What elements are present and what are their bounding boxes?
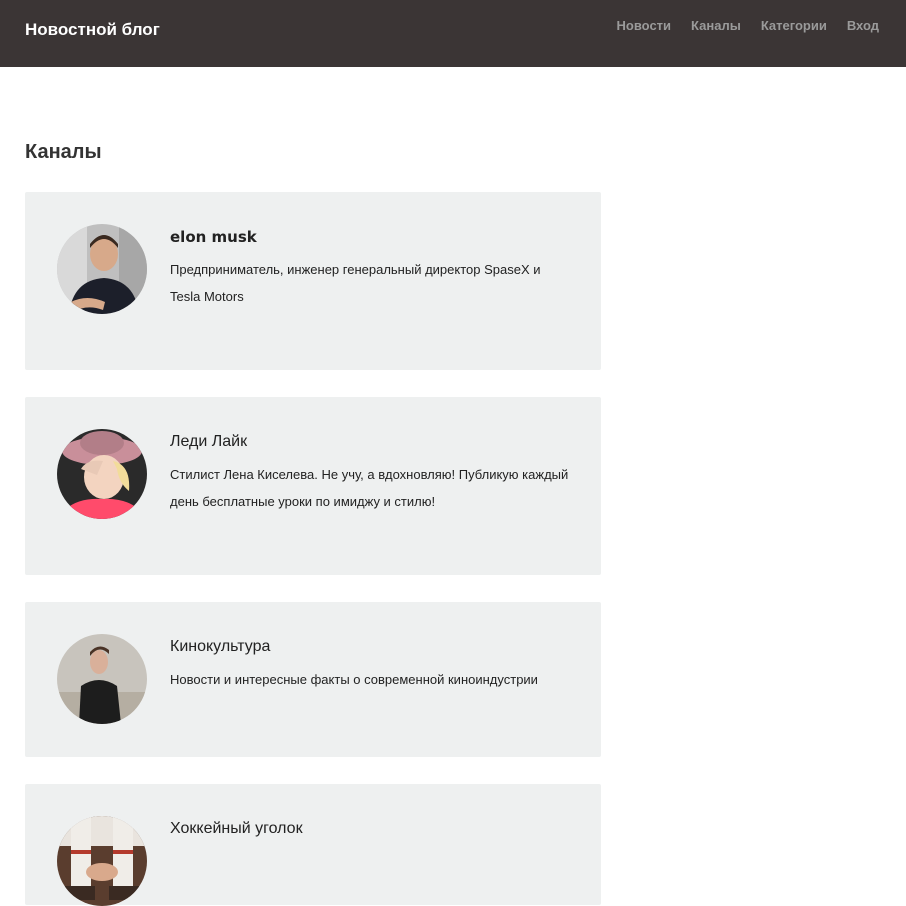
channel-card[interactable]: Леди Лайк Стилист Лена Киселева. Не учу,… xyxy=(25,397,601,575)
channel-description: Стилист Лена Киселева. Не учу, а вдохнов… xyxy=(170,467,569,509)
nav-link-news[interactable]: Новости xyxy=(617,18,672,33)
channel-description: Предприниматель, инженер генеральный дир… xyxy=(170,262,541,304)
channel-card[interactable]: Кинокультура Новости и интересные факты … xyxy=(25,602,601,757)
channel-card[interactable]: elon musk Предприниматель, инженер генер… xyxy=(25,192,601,370)
top-navbar: Новостной блог Новости Каналы Категории … xyxy=(0,0,906,67)
channel-avatar[interactable] xyxy=(57,224,147,314)
avatar-image xyxy=(57,224,147,314)
channel-avatar[interactable] xyxy=(57,816,147,906)
channel-avatar[interactable] xyxy=(57,634,147,724)
nav-menu: Новости Каналы Категории Вход xyxy=(617,18,879,33)
channel-info: elon musk Предприниматель, инженер генер… xyxy=(170,226,570,310)
nav-link-channels[interactable]: Каналы xyxy=(691,18,741,33)
channel-info: Кинокультура Новости и интересные факты … xyxy=(170,636,570,693)
nav-link-categories[interactable]: Категории xyxy=(761,18,827,33)
channel-description: Новости и интересные факты о современной… xyxy=(170,672,538,687)
channel-card[interactable]: Хоккейный уголок xyxy=(25,784,601,906)
channel-avatar[interactable] xyxy=(57,429,147,519)
brand-logo-link[interactable]: Новостной блог xyxy=(25,20,160,40)
channel-name[interactable]: elon musk xyxy=(170,226,570,248)
avatar-image xyxy=(57,816,147,906)
channel-info: Хоккейный уголок xyxy=(170,818,570,840)
nav-link-login[interactable]: Вход xyxy=(847,18,879,33)
avatar-image xyxy=(57,429,147,519)
page-title: Каналы xyxy=(25,141,102,163)
channel-name[interactable]: Кинокультура xyxy=(170,636,570,658)
channel-name[interactable]: Леди Лайк xyxy=(170,431,570,453)
channel-name[interactable]: Хоккейный уголок xyxy=(170,818,570,840)
channel-info: Леди Лайк Стилист Лена Киселева. Не учу,… xyxy=(170,431,570,515)
avatar-image xyxy=(57,634,147,724)
